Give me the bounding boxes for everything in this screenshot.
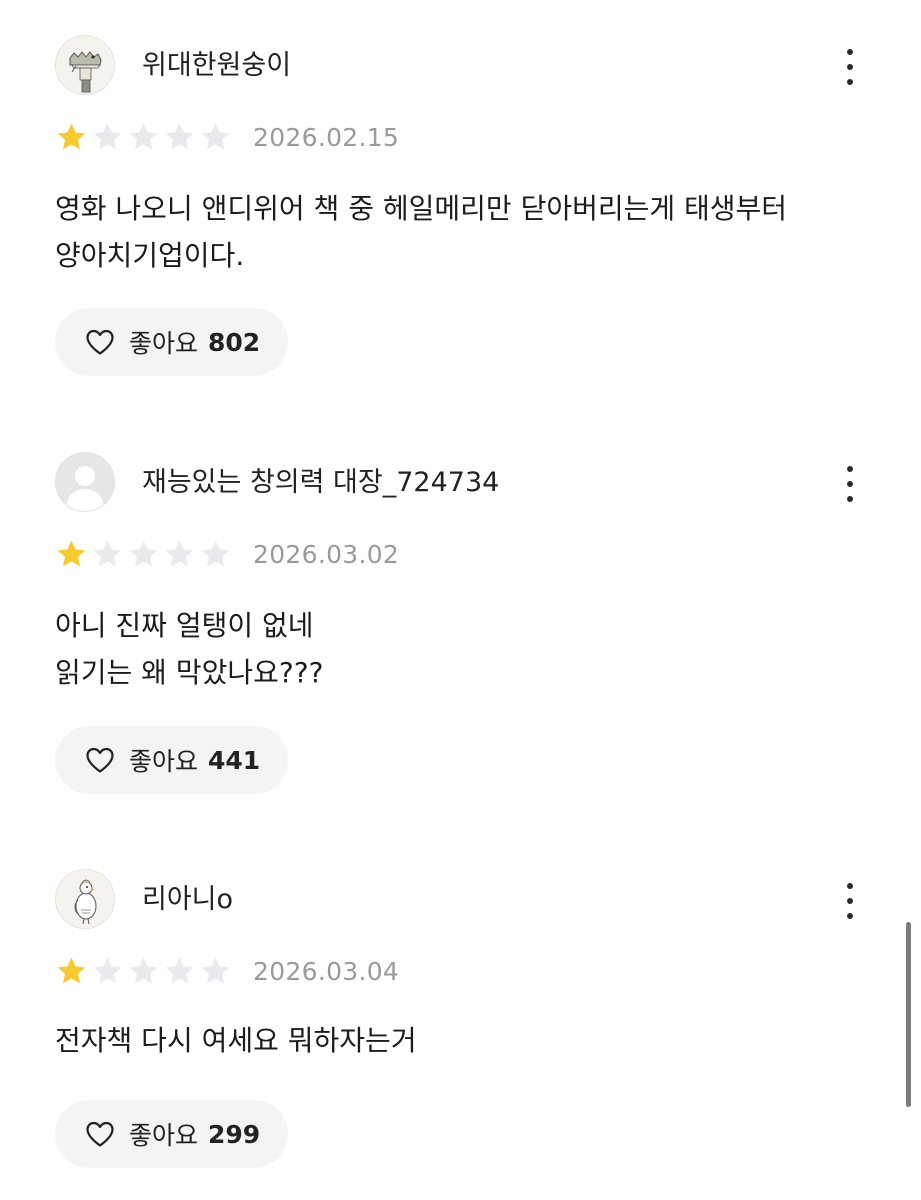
like-label: 좋아요 [129,747,199,776]
rating-row: 2026.03.04 [55,955,455,989]
like-count: 802 [208,327,261,357]
heart-outline-icon [86,747,114,773]
star-empty-icon [129,957,158,984]
like-count: 299 [208,1119,261,1149]
star-rating [55,538,232,572]
review-header: 리아니o [55,869,865,933]
like-button[interactable]: 좋아요 802 [55,308,289,376]
user-avatar[interactable] [55,35,115,95]
like-button[interactable]: 좋아요 441 [55,726,289,794]
more-options-button[interactable] [835,45,865,89]
scrollbar[interactable] [906,922,911,1107]
star-rating [55,955,232,989]
star-empty-icon [165,540,194,567]
more-dot [847,79,853,85]
more-vertical-icon [847,466,853,472]
review-header: 위대한원숭이 [55,35,865,99]
like-button[interactable]: 좋아요 299 [55,1100,289,1168]
star-filled-icon [57,957,86,984]
star-empty-icon [93,123,122,150]
heart-outline-icon [86,1121,114,1147]
star-empty-icon [165,123,194,150]
review-date: 2026.03.02 [253,540,400,569]
star-empty-icon [93,540,122,567]
more-dot [847,481,853,487]
heart-outline-icon [86,329,114,355]
review-date: 2026.02.15 [253,123,400,152]
star-filled-icon [57,123,86,150]
more-vertical-icon [847,883,853,889]
star-rating [55,121,232,155]
like-count: 441 [208,745,261,775]
star-empty-icon [93,957,122,984]
user-nickname[interactable]: 위대한원숭이 [142,49,291,83]
star-empty-icon [129,540,158,567]
star-empty-icon [201,540,230,567]
user-nickname[interactable]: 재능있는 창의력 대장_724734 [142,466,499,500]
rating-row: 2026.02.15 [55,121,455,155]
review-text: 전자책 다시 여세요 뭐하자는거 [55,1024,417,1057]
rating-row: 2026.03.02 [55,538,455,572]
user-avatar[interactable] [55,869,115,929]
bird-illustration-icon [56,870,114,928]
star-empty-icon [165,957,194,984]
star-filled-icon [57,540,86,567]
default-user-icon [56,453,114,511]
review-text: 아니 진짜 얼탱이 없네 읽기는 왜 막았나요??? [55,609,324,689]
star-empty-icon [201,123,230,150]
more-options-button[interactable] [835,879,865,923]
star-empty-icon [129,123,158,150]
more-dot [847,64,853,70]
more-options-button[interactable] [835,462,865,506]
like-label: 좋아요 [129,1121,199,1150]
more-dot [847,496,853,502]
more-dot [847,898,853,904]
review-text: 영화 나오니 앤디위어 책 중 헤일메리만 닫아버리는게 태생부터 양아치기업이… [55,192,788,272]
star-empty-icon [201,957,230,984]
crocodile-illustration-icon [56,36,114,94]
more-dot [847,913,853,919]
user-nickname[interactable]: 리아니o [142,883,233,917]
review-date: 2026.03.04 [253,957,400,986]
like-label: 좋아요 [129,329,199,358]
more-vertical-icon [847,49,853,55]
review-header: 재능있는 창의력 대장_724734 [55,452,865,516]
user-avatar[interactable] [55,452,115,512]
